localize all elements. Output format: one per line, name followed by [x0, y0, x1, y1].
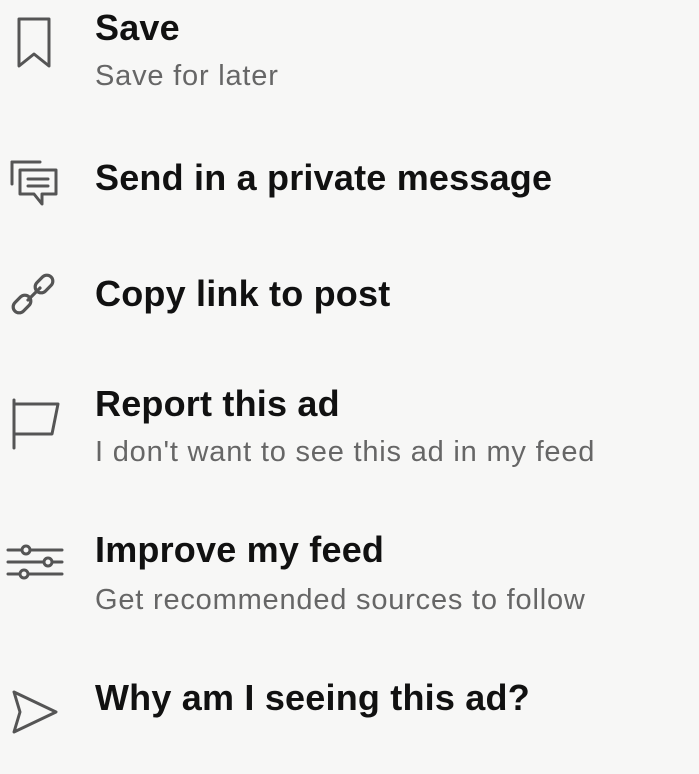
- menu-item-save[interactable]: Save Save for later: [0, 0, 699, 110]
- menu-item-label: Improve my feed: [95, 529, 385, 570]
- menu-item-improve-feed[interactable]: Improve my feed Get recommended sources …: [0, 518, 699, 628]
- menu-item-label: Copy link to post: [95, 273, 391, 314]
- send-icon: [6, 684, 64, 742]
- menu-item-why-seeing-ad[interactable]: Why am I seeing this ad?: [0, 664, 699, 774]
- menu-item-subtitle: Save for later: [95, 60, 279, 92]
- menu-item-send-private-message[interactable]: Send in a private message: [0, 140, 699, 250]
- flag-icon: [6, 392, 64, 450]
- menu-item-subtitle: Get recommended sources to follow: [95, 584, 586, 616]
- message-icon: [6, 150, 64, 208]
- menu-item-label: Send in a private message: [95, 157, 553, 198]
- menu-item-report-ad[interactable]: Report this ad I don't want to see this …: [0, 372, 699, 482]
- link-icon: [6, 270, 64, 328]
- menu-item-label: Why am I seeing this ad?: [95, 677, 530, 718]
- sliders-icon: [6, 538, 64, 596]
- bookmark-icon: [6, 14, 64, 72]
- menu-item-label: Report this ad: [95, 383, 340, 424]
- menu-item-label: Save: [95, 7, 180, 48]
- post-options-menu: Save Save for later Send in a private me…: [0, 0, 699, 734]
- menu-item-subtitle: I don't want to see this ad in my feed: [95, 436, 596, 468]
- menu-item-copy-link[interactable]: Copy link to post: [0, 250, 699, 360]
